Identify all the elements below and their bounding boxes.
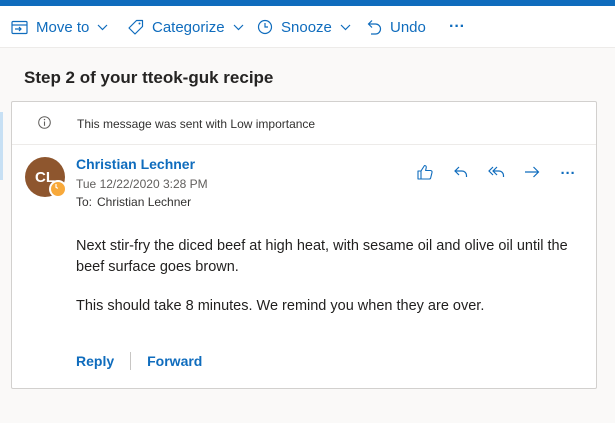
importance-banner: This message was sent with Low importanc… (12, 102, 596, 145)
move-to-button[interactable]: Move to (11, 6, 108, 48)
recipient-name[interactable]: Christian Lechner (97, 195, 191, 209)
message-footer: Reply Forward (76, 352, 202, 370)
more-actions-button[interactable]: ··· (449, 6, 465, 48)
chevron-down-icon (97, 24, 108, 31)
tag-icon (127, 19, 144, 36)
message-date: Tue 12/22/2020 3:28 PM (76, 177, 208, 191)
reply-icon (452, 163, 470, 186)
forward-icon-button[interactable] (521, 163, 543, 185)
like-icon (416, 163, 434, 186)
sender-name[interactable]: Christian Lechner (76, 156, 195, 172)
move-to-icon (11, 20, 28, 35)
forward-icon (523, 163, 541, 186)
categorize-button[interactable]: Categorize (127, 6, 244, 48)
message-more-button[interactable]: ··· (557, 162, 579, 184)
reply-button[interactable]: Reply (76, 353, 114, 369)
more-icon: ··· (560, 164, 576, 182)
snooze-button[interactable]: Snooze (257, 6, 351, 48)
reply-all-button[interactable] (486, 163, 508, 185)
move-to-label: Move to (36, 18, 90, 36)
reply-all-icon (487, 163, 507, 186)
chevron-down-icon (233, 24, 244, 31)
info-icon (38, 116, 51, 134)
like-button[interactable] (414, 163, 436, 185)
message-subject: Step 2 of your tteok-guk recipe (24, 68, 274, 87)
presence-away-icon (49, 180, 67, 198)
message-card: This message was sent with Low importanc… (11, 101, 597, 389)
chevron-down-icon (340, 24, 351, 31)
body-paragraph: This should take 8 minutes. We remind yo… (76, 298, 485, 314)
categorize-label: Categorize (152, 18, 225, 36)
command-toolbar: Move to Categorize Snooze Undo ··· (0, 6, 615, 48)
undo-label: Undo (390, 18, 426, 36)
undo-button[interactable]: Undo (367, 6, 426, 48)
to-label: To: (76, 195, 93, 209)
recipients: To: Christian Lechner (76, 195, 191, 209)
footer-divider (130, 352, 132, 370)
selection-accent (0, 112, 3, 180)
more-icon: ··· (449, 18, 465, 35)
undo-icon (367, 19, 382, 35)
reply-icon-button[interactable] (450, 163, 472, 185)
clock-icon (257, 19, 273, 35)
importance-text: This message was sent with Low importanc… (77, 117, 316, 131)
message-body: Next stir-fry the diced beef at high hea… (76, 236, 576, 335)
snooze-label: Snooze (281, 18, 332, 36)
body-paragraph: Next stir-fry the diced beef at high hea… (76, 238, 568, 275)
forward-button[interactable]: Forward (147, 353, 202, 369)
